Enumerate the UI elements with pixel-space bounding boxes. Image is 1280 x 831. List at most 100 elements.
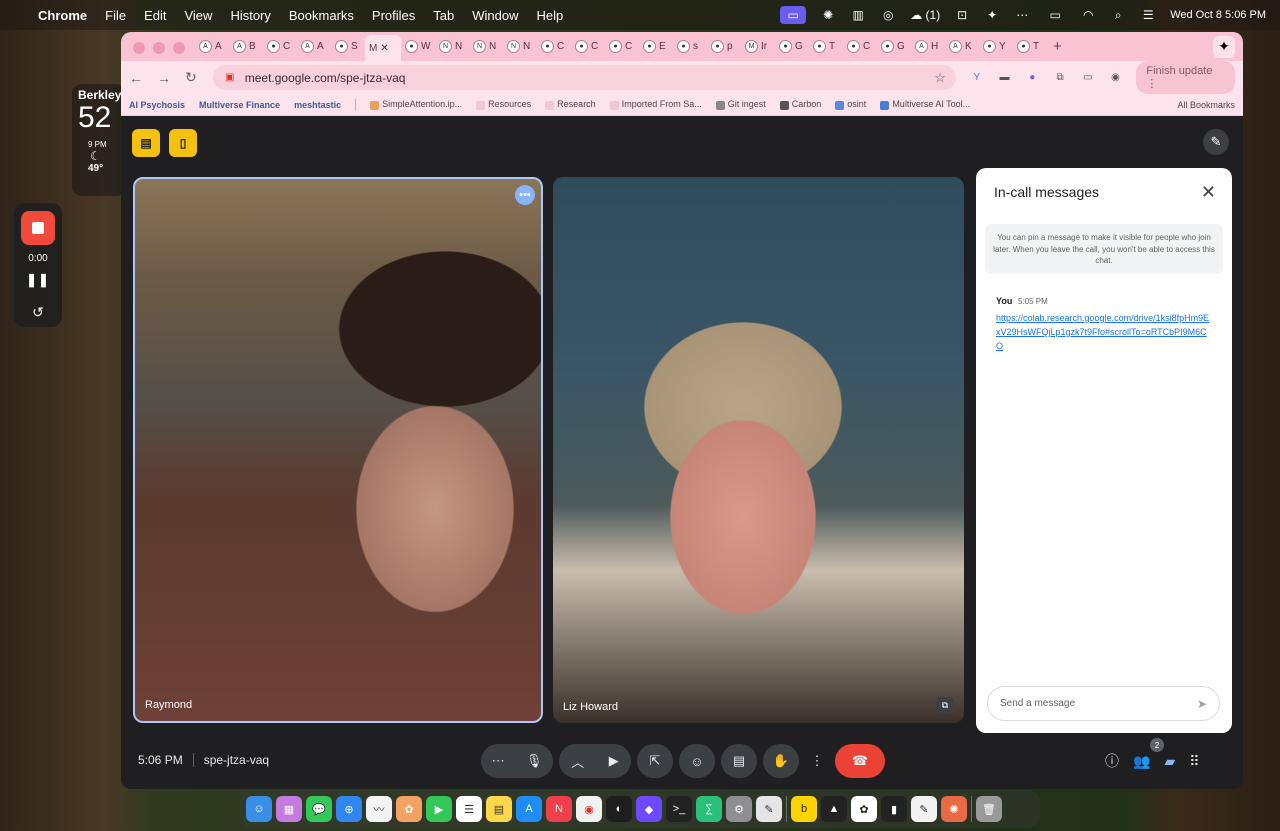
vpn-icon[interactable]: ⊡ — [954, 8, 970, 22]
browser-tab[interactable]: ● C — [571, 36, 605, 58]
pause-icon[interactable]: ❚❚ — [26, 272, 50, 288]
picture-in-picture-icon[interactable]: ⧉ — [936, 697, 954, 713]
leave-call-button[interactable]: ☎ — [835, 744, 885, 778]
browser-tab[interactable]: AK — [945, 36, 979, 58]
camera-icon[interactable]: ▶ — [609, 753, 619, 769]
close-window-button[interactable] — [133, 42, 145, 54]
people-icon[interactable]: 👥 — [1133, 753, 1150, 770]
safari-icon[interactable]: ⊕ — [336, 796, 362, 822]
claude-icon[interactable]: ✺ — [941, 796, 967, 822]
bookmark-star-icon[interactable]: ☆ — [934, 70, 946, 86]
extension-box-icon[interactable]: ▬ — [998, 71, 1012, 85]
browser-tab-active[interactable]: M ✕ — [365, 35, 401, 61]
cursor-icon[interactable]: ▲ — [821, 796, 847, 822]
send-icon[interactable]: ➤ — [1197, 697, 1207, 711]
reactions-button[interactable]: ☺ — [679, 744, 715, 778]
browser-tab[interactable]: ● G — [877, 36, 911, 58]
bookmark-item[interactable]: AI Psychosis — [129, 100, 185, 110]
chrome-icon[interactable]: ◉ — [576, 796, 602, 822]
terminal-icon[interactable]: >_ — [666, 796, 692, 822]
message-link[interactable]: https://colab.research.google.com/drive/… — [996, 311, 1212, 353]
raise-hand-button[interactable]: ✋ — [763, 744, 799, 778]
browser-tab[interactable]: AB — [229, 36, 263, 58]
menu-window[interactable]: Window — [463, 8, 527, 23]
reminders-icon[interactable]: ☰ — [456, 796, 482, 822]
messages-icon[interactable]: 💬 — [306, 796, 332, 822]
battery-icon[interactable]: ▭ — [1044, 8, 1066, 22]
forward-icon[interactable]: → — [157, 70, 171, 86]
chatgpt-icon[interactable]: ◐ — [606, 796, 632, 822]
photos-icon[interactable]: ✿ — [396, 796, 422, 822]
close-tab-icon[interactable]: ✕ — [380, 43, 388, 54]
browser-tab[interactable]: ● W — [401, 36, 435, 58]
browser-tab[interactable]: AA — [195, 36, 229, 58]
extension-circle-icon[interactable]: ● — [1025, 71, 1039, 85]
sparkle-icon[interactable]: ✦ — [984, 8, 1000, 22]
more-options-icon[interactable]: ••• — [515, 185, 535, 205]
browser-tab[interactable]: NN — [503, 36, 537, 58]
menu-help[interactable]: Help — [528, 8, 573, 23]
profile-avatar-icon[interactable]: ◉ — [1109, 71, 1123, 85]
browser-tab[interactable]: NN — [435, 36, 469, 58]
bookmark-item[interactable]: Multiverse Finance — [199, 100, 280, 110]
bookmark-item[interactable]: meshtastic — [294, 100, 341, 110]
pencil-icon[interactable]: ✎ — [1203, 129, 1229, 155]
captions-button[interactable]: ▤ — [721, 744, 757, 778]
spiral-icon[interactable]: ◎ — [880, 8, 896, 22]
stats-icon[interactable]: ▥ — [850, 8, 866, 22]
reload-icon[interactable]: ↻ — [185, 69, 197, 86]
browser-tab[interactable]: ● G — [775, 36, 809, 58]
restart-icon[interactable]: ↺ — [32, 304, 44, 321]
menu-history[interactable]: History — [221, 8, 279, 23]
bookmark-item[interactable]: Carbon — [779, 99, 821, 110]
send-message-input[interactable]: Send a message ➤ — [987, 686, 1220, 721]
control-center-icon[interactable]: ☰ — [1140, 8, 1156, 22]
menu-app-name[interactable]: Chrome — [38, 8, 96, 23]
menu-bookmarks[interactable]: Bookmarks — [280, 8, 363, 23]
mathway-icon[interactable]: ∑ — [696, 796, 722, 822]
bookmark-item[interactable]: Imported From Sa... — [609, 99, 702, 110]
openai-icon[interactable]: ✿ — [851, 796, 877, 822]
audio-icon[interactable]: ▮ — [881, 796, 907, 822]
bookmark-item[interactable]: Research — [545, 99, 596, 110]
browser-tab[interactable]: ● T — [809, 36, 843, 58]
back-icon[interactable]: ← — [129, 70, 143, 86]
browser-tab[interactable]: ● C — [843, 36, 877, 58]
proton-icon[interactable]: ◆ — [636, 796, 662, 822]
all-bookmarks-button[interactable]: All Bookmarks — [1177, 100, 1235, 110]
weather-widget[interactable]: Berkley 52 9 PM ☾ 49° — [72, 84, 126, 196]
gemini-icon[interactable]: ✦ — [1213, 35, 1235, 58]
zoom-window-button[interactable] — [173, 42, 185, 54]
textedit-icon[interactable]: ✎ — [911, 796, 937, 822]
browser-tab[interactable]: ● p — [707, 36, 741, 58]
cloud-icon[interactable]: ☁ (1) — [910, 8, 940, 22]
bookmark-item[interactable]: Multiverse AI Tool... — [880, 99, 970, 110]
close-icon[interactable]: ✕ — [1201, 182, 1216, 203]
freeform-icon[interactable]: 〰 — [366, 796, 392, 822]
menu-tab[interactable]: Tab — [424, 8, 463, 23]
news-icon[interactable]: N — [546, 796, 572, 822]
launchpad-icon[interactable]: ▦ — [276, 796, 302, 822]
browser-tab[interactable]: AH — [911, 36, 945, 58]
finder-icon[interactable]: ☺ — [246, 796, 272, 822]
browser-tab[interactable]: ● C — [537, 36, 571, 58]
address-url[interactable]: meet.google.com/spe-jtza-vaq — [245, 71, 406, 85]
browser-tab[interactable]: ● C — [605, 36, 639, 58]
app-store-icon[interactable]: A — [516, 796, 542, 822]
settings-icon[interactable]: ⚙ — [726, 796, 752, 822]
chevron-up-icon[interactable]: ︿ — [571, 752, 584, 771]
browser-tab[interactable]: ● E — [639, 36, 673, 58]
browser-tab[interactable]: M Ir — [741, 36, 775, 58]
facetime-icon[interactable]: ▶ — [426, 796, 452, 822]
browser-tab[interactable]: ● s — [673, 36, 707, 58]
info-icon[interactable]: ⓘ — [1105, 751, 1119, 771]
bookmark-item[interactable]: Resources — [476, 99, 531, 110]
pencil-app-icon[interactable]: ✎ — [756, 796, 782, 822]
address-bar[interactable]: ▣ meet.google.com/spe-jtza-vaq ☆ — [212, 65, 956, 90]
minimize-window-button[interactable] — [153, 42, 165, 54]
new-tab-icon[interactable]: + — [1053, 38, 1062, 55]
browser-tab[interactable]: AA — [297, 36, 331, 58]
activities-grid-icon[interactable]: ⠿ — [1189, 753, 1199, 770]
browser-tab[interactable]: ● T — [1013, 36, 1047, 58]
participant-tile-liz-howard[interactable]: Liz Howard ⧉ — [553, 177, 964, 723]
